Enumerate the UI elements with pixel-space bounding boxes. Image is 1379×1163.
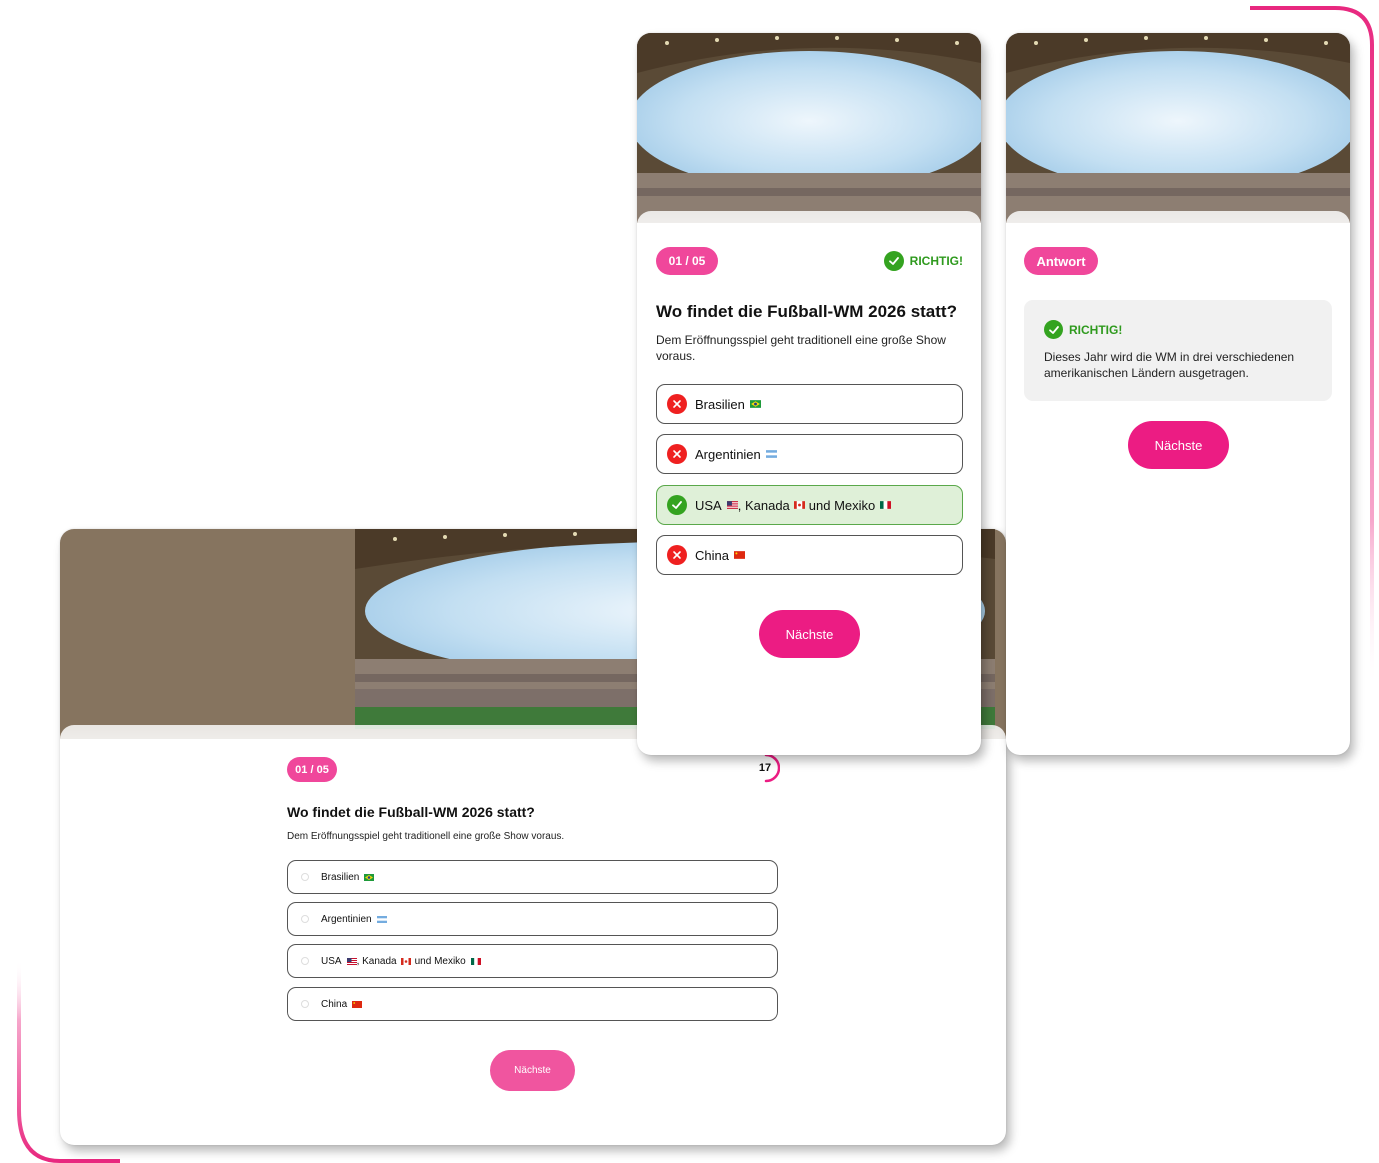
flag-brazil-icon <box>749 400 761 408</box>
option-label: Argentinien <box>695 446 761 462</box>
mobile-answer-card: Antwort RICHTIG! Dieses Jahr wird die WM… <box>1006 33 1350 755</box>
flag-canada-icon <box>793 501 805 509</box>
option-label-part: , Kanada <box>737 497 790 513</box>
stadium-image <box>1006 33 1350 223</box>
stadium-image <box>637 33 981 223</box>
question-title: Wo findet die Fußball-WM 2026 statt? <box>287 804 535 820</box>
check-circle-icon <box>667 495 687 515</box>
option-label-part: und Mexiko <box>414 955 466 967</box>
feedback-box: RICHTIG! Dieses Jahr wird die WM in drei… <box>1024 300 1332 401</box>
flag-brazil-icon <box>364 873 375 881</box>
option-label: Argentinien <box>321 913 372 925</box>
answer-option-china[interactable]: China <box>656 535 963 575</box>
flag-mexico-icon <box>880 501 892 509</box>
next-button[interactable]: Nächste <box>1128 421 1229 469</box>
flag-usa-icon <box>346 957 357 965</box>
explanation-text: Dieses Jahr wird die WM in drei verschie… <box>1044 350 1295 380</box>
answer-option-brasilien[interactable]: Brasilien <box>656 384 963 424</box>
next-button[interactable]: Nächste <box>490 1050 575 1091</box>
radio-button[interactable] <box>301 957 309 965</box>
radio-button[interactable] <box>301 873 309 881</box>
check-circle-icon <box>883 251 904 271</box>
radio-button[interactable] <box>301 915 309 923</box>
mobile-question-card: 01 / 05 RICHTIG! Wo findet die Fußball-W… <box>637 33 981 755</box>
flag-china-icon <box>352 1000 363 1008</box>
flag-mexico-icon <box>470 957 481 965</box>
flag-argentina-icon <box>765 450 777 458</box>
option-label: China <box>695 547 729 563</box>
next-button[interactable]: Nächste <box>759 610 860 658</box>
answer-option-argentinien[interactable]: Argentinien <box>656 434 963 474</box>
question-title: Wo findet die Fußball-WM 2026 statt? <box>656 302 957 321</box>
result-status: RICHTIG! <box>883 251 963 271</box>
progress-badge: 01 / 05 <box>287 757 337 782</box>
answer-option-china[interactable]: China <box>287 987 778 1021</box>
check-circle-icon <box>1044 320 1063 339</box>
option-label: Brasilien <box>321 871 360 883</box>
flag-usa-icon <box>726 501 738 509</box>
timer-value: 17 <box>758 762 772 774</box>
option-label: Brasilien <box>695 396 745 412</box>
answer-option-usa-kanada-mexiko[interactable]: USA , Kanada und Mexiko <box>287 944 778 978</box>
countdown-timer: 17 <box>750 753 780 783</box>
x-circle-icon <box>667 444 687 464</box>
option-label: USA <box>695 497 722 513</box>
x-circle-icon <box>667 394 687 414</box>
radio-button[interactable] <box>301 1000 309 1008</box>
question-subtitle: Dem Eröffnungsspiel geht traditionell ei… <box>287 831 565 842</box>
answer-option-brasilien[interactable]: Brasilien <box>287 860 778 894</box>
option-label-part: und Mexiko <box>808 497 876 513</box>
flag-argentina-icon <box>376 915 387 923</box>
answer-option-usa-kanada-mexiko[interactable]: USA , Kanada und Mexiko <box>656 485 963 525</box>
option-label: USA <box>321 955 342 967</box>
question-subtitle: Dem Eröffnungsspiel geht traditionell ei… <box>656 333 946 363</box>
option-label: China <box>321 998 348 1010</box>
x-circle-icon <box>667 545 687 565</box>
result-status-label: RICHTIG! <box>1069 322 1123 337</box>
option-label-part: , Kanada <box>356 955 397 967</box>
answer-badge: Antwort <box>1024 247 1098 275</box>
flag-canada-icon <box>400 957 411 965</box>
flag-china-icon <box>733 551 745 559</box>
result-status-label: RICHTIG! <box>909 254 963 268</box>
answer-option-argentinien[interactable]: Argentinien <box>287 902 778 936</box>
progress-badge: 01 / 05 <box>656 247 718 275</box>
result-status: RICHTIG! <box>1044 320 1122 339</box>
